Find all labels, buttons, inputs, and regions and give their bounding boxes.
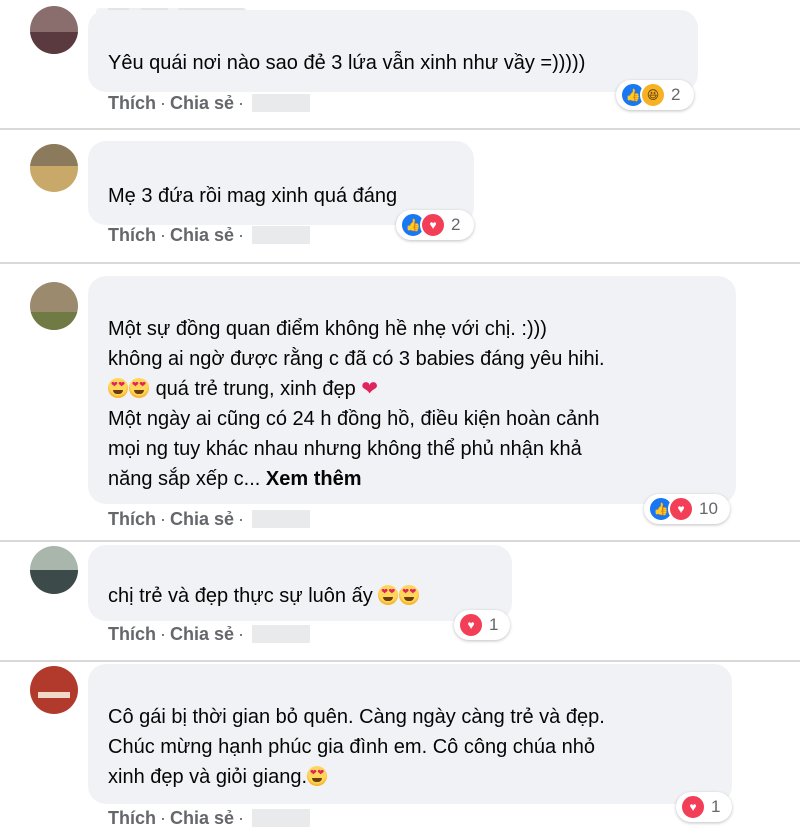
comment-text-line: mọi ng tuy khác nhau nhưng không thể phủ… [108, 438, 582, 460]
share-link[interactable]: Chia sẻ [170, 624, 234, 644]
comment-text-line: Một sự đồng quan điểm không hề nhẹ với c… [108, 318, 547, 340]
like-link[interactable]: Thích [108, 808, 156, 828]
share-link[interactable]: Chia sẻ [170, 93, 234, 113]
avatar[interactable] [30, 144, 78, 192]
separator: · [160, 93, 166, 113]
avatar[interactable] [30, 666, 78, 714]
reaction-summary[interactable]: 👍 ♥ 10 [644, 494, 730, 524]
separator: · [238, 624, 245, 644]
comment-text-line: quá trẻ trung, xinh đẹp ❤ [108, 374, 736, 404]
reaction-count: 1 [489, 615, 499, 634]
comment-bubble: Cô gái bị thời gian bỏ quên. Càng ngày c… [88, 664, 732, 804]
comment-actions: Thích · Chia sẻ · [108, 808, 311, 829]
comment-text-line: Một ngày ai cũng có 24 h đồng hồ, điều k… [108, 408, 600, 430]
reaction-count: 1 [711, 797, 721, 816]
like-link[interactable]: Thích [108, 624, 156, 644]
reaction-count: 2 [671, 85, 681, 104]
timestamp-blurred [252, 809, 311, 827]
timestamp-blurred [252, 510, 311, 528]
see-more-link[interactable]: Xem thêm [266, 468, 362, 490]
haha-icon: 😆 [640, 82, 666, 108]
heart-eyes-emoji [129, 378, 149, 398]
comment-actions: Thích · Chia sẻ · [108, 225, 311, 246]
heart-eyes-emoji [378, 585, 399, 605]
comment-text-line: chị trẻ và đẹp thực sự luôn ấy [108, 581, 512, 611]
comment-bubble: Một sự đồng quan điểm không hề nhẹ với c… [88, 276, 736, 504]
comment-bubble: chị trẻ và đẹp thực sự luôn ấy [88, 545, 512, 621]
comment-text: quá trẻ trung, xinh đẹp [155, 378, 356, 400]
comment-bubble: Yêu quái nơi nào sao đẻ 3 lứa vẫn xinh n… [88, 10, 698, 92]
like-link[interactable]: Thích [108, 93, 156, 113]
comment-text-line: Cô gái bị thời gian bỏ quên. Càng ngày c… [108, 706, 605, 728]
comment-actions: Thích · Chia sẻ · [108, 624, 311, 645]
reaction-summary[interactable]: 👍 😆 2 [616, 80, 694, 110]
separator: · [160, 624, 166, 644]
comment-text: Yêu quái nơi nào sao đẻ 3 lứa vẫn xinh n… [108, 52, 586, 74]
comment-text: xinh đẹp và giỏi giang. [108, 766, 308, 788]
comment-text: chị trẻ và đẹp thực sự luôn ấy [108, 585, 373, 607]
comment-text-line: Chúc mừng hạnh phúc gia đình em. Cô công… [108, 736, 596, 758]
divider [0, 262, 800, 264]
love-icon: ♥ [668, 496, 694, 522]
reaction-summary[interactable]: ♥ 1 [454, 610, 510, 640]
separator: · [238, 225, 245, 245]
share-link[interactable]: Chia sẻ [170, 225, 234, 245]
comment-actions: Thích · Chia sẻ · [108, 93, 311, 114]
reaction-count: 10 [699, 499, 718, 518]
comment-text-line: không ai ngờ được rằng c đã có 3 babies … [108, 348, 605, 370]
comment-text: Mẹ 3 đứa rồi mag xinh quá đáng [108, 185, 398, 207]
timestamp-blurred [252, 226, 311, 244]
comment-text-line: năng sắp xếp c... Xem thêm [108, 464, 736, 494]
reaction-summary[interactable]: ♥ 1 [676, 792, 732, 822]
red-heart-emoji: ❤ [361, 378, 379, 400]
avatar[interactable] [30, 6, 78, 54]
separator: · [160, 509, 166, 529]
love-icon: ♥ [680, 794, 706, 820]
like-link[interactable]: Thích [108, 509, 156, 529]
divider [0, 660, 800, 662]
reaction-summary[interactable]: 👍 ♥ 2 [396, 210, 474, 240]
love-icon: ♥ [458, 612, 484, 638]
avatar[interactable] [30, 546, 78, 594]
like-link[interactable]: Thích [108, 225, 156, 245]
heart-eyes-emoji [108, 378, 128, 398]
comment-text: năng sắp xếp c... [108, 468, 261, 490]
separator: · [238, 509, 245, 529]
separator: · [238, 808, 245, 828]
reaction-count: 2 [451, 215, 461, 234]
heart-eyes-emoji [399, 585, 420, 605]
timestamp-blurred [252, 94, 311, 112]
divider [0, 128, 800, 130]
heart-eyes-emoji [307, 766, 328, 786]
divider [0, 540, 800, 542]
comment-actions: Thích · Chia sẻ · [108, 509, 311, 530]
avatar[interactable] [30, 282, 78, 330]
separator: · [160, 808, 166, 828]
share-link[interactable]: Chia sẻ [170, 509, 234, 529]
comment-text-line: xinh đẹp và giỏi giang. [108, 762, 732, 792]
separator: · [160, 225, 166, 245]
separator: · [238, 93, 245, 113]
timestamp-blurred [252, 625, 311, 643]
share-link[interactable]: Chia sẻ [170, 808, 234, 828]
love-icon: ♥ [420, 212, 446, 238]
